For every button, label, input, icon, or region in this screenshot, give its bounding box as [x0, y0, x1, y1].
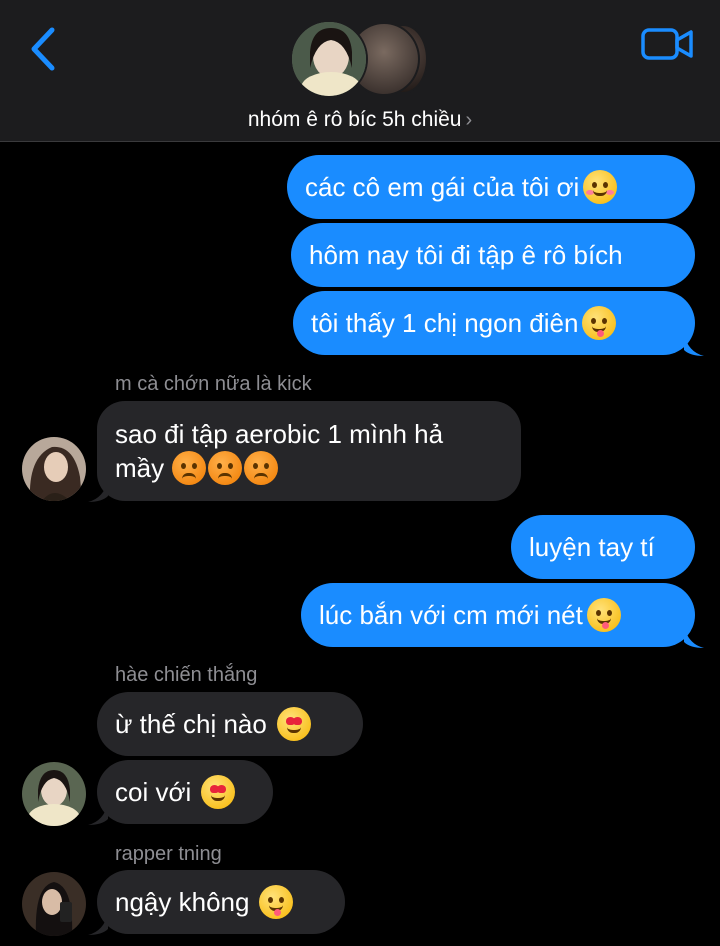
sender-name: hàe chiến thắng	[115, 664, 258, 686]
bubble-tail	[88, 913, 108, 935]
group-name[interactable]: nhóm ê rô bíc 5h chiều ›	[0, 108, 720, 132]
face-savoring-food-icon	[259, 885, 294, 919]
sender-name: m cà chớn nữa là kick	[115, 373, 312, 395]
incoming-message[interactable]: ngậy không	[97, 870, 345, 934]
video-camera-icon	[641, 28, 693, 60]
outgoing-message[interactable]: các cô em gái của tôi ơi	[287, 155, 695, 219]
sender-avatar[interactable]	[22, 762, 86, 826]
outgoing-message[interactable]: tôi thấy 1 chị ngon điên	[293, 291, 695, 355]
bubble-tail	[684, 626, 704, 648]
face-savoring-food-icon	[586, 598, 621, 632]
conversation-header: nhóm ê rô bíc 5h chiều ›	[0, 0, 720, 142]
group-avatar[interactable]	[290, 20, 430, 98]
smiling-face-with-hearts-icon	[583, 170, 618, 204]
pouting-face-icon	[172, 451, 207, 485]
smiling-face-with-heart-eyes-icon	[201, 775, 236, 809]
message-text-line-2: mầy	[115, 451, 279, 485]
sender-name: rapper tning	[115, 843, 222, 865]
video-call-button[interactable]	[640, 26, 696, 62]
message-text: mầy	[115, 453, 165, 483]
group-name-label: nhóm ê rô bíc 5h chiều	[247, 108, 462, 131]
face-savoring-food-icon	[582, 306, 617, 340]
incoming-message[interactable]: ừ thế chị nào	[97, 692, 363, 756]
pouting-face-icon	[208, 451, 243, 485]
message-text: coi với	[115, 777, 192, 807]
message-text: luyện tay tí	[529, 532, 655, 562]
incoming-message[interactable]: sao đi tập aerobic 1 mình hả mầy	[97, 401, 521, 501]
message-text: lúc bắn với cm mới nét	[319, 600, 583, 630]
bubble-tail	[88, 803, 108, 825]
message-text: ừ thế chị nào	[115, 709, 267, 739]
outgoing-message[interactable]: hôm nay tôi đi tập ê rô bích	[291, 223, 695, 287]
pouting-face-icon	[244, 451, 279, 485]
smiling-face-with-heart-eyes-icon	[276, 707, 311, 741]
outgoing-message[interactable]: lúc bắn với cm mới nét	[301, 583, 695, 647]
bubble-tail	[684, 334, 704, 356]
sender-avatar[interactable]	[22, 437, 86, 501]
message-text: ngậy không	[115, 887, 250, 917]
bubble-tail	[88, 480, 108, 502]
message-text: sao đi tập aerobic 1 mình hả	[115, 419, 444, 449]
message-text: tôi thấy 1 chị ngon điên	[311, 308, 579, 338]
sender-avatar[interactable]	[22, 872, 86, 936]
chevron-left-icon	[31, 27, 55, 71]
group-member-avatar-1	[290, 20, 368, 98]
message-text: các cô em gái của tôi ơi	[305, 172, 580, 202]
back-button[interactable]	[24, 24, 64, 74]
incoming-message[interactable]: coi với	[97, 760, 273, 824]
outgoing-message[interactable]: luyện tay tí	[511, 515, 695, 579]
message-text: hôm nay tôi đi tập ê rô bích	[309, 240, 623, 270]
chevron-right-icon: ›	[465, 109, 473, 131]
